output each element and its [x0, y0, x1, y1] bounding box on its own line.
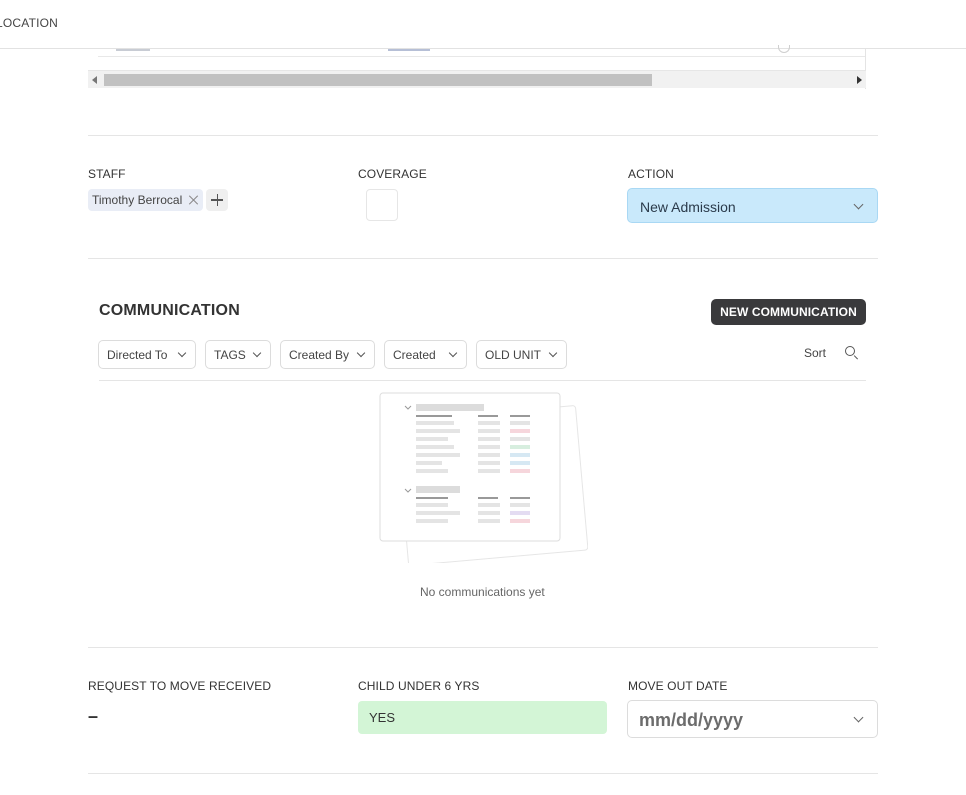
move-out-date-placeholder: mm/dd/yyyy: [639, 710, 744, 730]
scroll-left-arrow-icon[interactable]: [92, 76, 97, 84]
staff-label: STAFF: [88, 167, 126, 181]
chevron-down-icon: [548, 348, 558, 358]
sort-button[interactable]: Sort: [804, 346, 826, 360]
chevron-down-icon: [252, 348, 262, 358]
child-under-6-value: YES: [369, 710, 396, 725]
action-select[interactable]: New Admission: [627, 188, 878, 223]
staff-tag-label: Timothy Berrocal: [92, 193, 183, 207]
move-out-date-label: MOVE OUT DATE: [628, 679, 728, 693]
add-staff-button[interactable]: [206, 189, 228, 211]
table-row-divider: [98, 56, 865, 57]
filter-label: TAGS: [214, 347, 246, 362]
filter-old-unit[interactable]: OLD UNIT: [476, 340, 567, 369]
empty-list-illustration: [378, 391, 589, 566]
scroll-right-arrow-icon[interactable]: [857, 76, 862, 84]
search-icon[interactable]: [845, 346, 859, 360]
filter-created-by[interactable]: Created By: [280, 340, 375, 369]
request-to-move-label: REQUEST TO MOVE RECEIVED: [88, 679, 272, 693]
section-divider: [88, 258, 878, 259]
section-divider: [88, 647, 878, 648]
filter-directed-to[interactable]: Directed To: [98, 340, 196, 369]
action-label: ACTION: [628, 167, 674, 181]
filter-label: Created: [393, 347, 436, 362]
filter-label: Created By: [289, 347, 350, 362]
table-cell-fragment: [116, 49, 150, 51]
filter-tags[interactable]: TAGS: [205, 340, 271, 369]
horizontal-scrollbar[interactable]: [88, 70, 866, 88]
chevron-down-icon: [853, 712, 864, 723]
communication-title: COMMUNICATION: [99, 302, 240, 319]
move-out-date-input[interactable]: mm/dd/yyyy: [627, 700, 878, 738]
filter-created[interactable]: Created: [384, 340, 467, 369]
request-to-move-value[interactable]: –: [88, 706, 98, 727]
coverage-label: COVERAGE: [358, 167, 427, 181]
child-under-6-label: CHILD UNDER 6 YRS: [358, 679, 480, 693]
section-divider: [88, 773, 878, 774]
empty-state-text: No communications yet: [420, 585, 545, 599]
status-icon: [778, 45, 790, 53]
new-communication-button[interactable]: NEW COMMUNICATION: [711, 299, 866, 325]
top-bar: LOCATION: [0, 0, 966, 49]
table-cell-fragment: [388, 49, 430, 51]
section-divider: [88, 135, 878, 136]
scrollbar-thumb[interactable]: [104, 74, 652, 86]
remove-tag-icon[interactable]: [189, 195, 199, 205]
chevron-down-icon: [448, 348, 458, 358]
chevron-down-icon: [356, 348, 366, 358]
staff-tag[interactable]: Timothy Berrocal: [88, 189, 204, 211]
list-divider: [99, 380, 866, 381]
coverage-checkbox[interactable]: [366, 189, 398, 221]
action-select-value: New Admission: [640, 199, 736, 215]
filter-label: OLD UNIT: [485, 347, 542, 362]
chevron-down-icon: [177, 348, 187, 358]
filter-label: Directed To: [107, 347, 168, 362]
breadcrumb[interactable]: LOCATION: [0, 16, 58, 30]
chevron-down-icon: [853, 199, 864, 210]
child-under-6-field[interactable]: YES: [358, 701, 607, 734]
